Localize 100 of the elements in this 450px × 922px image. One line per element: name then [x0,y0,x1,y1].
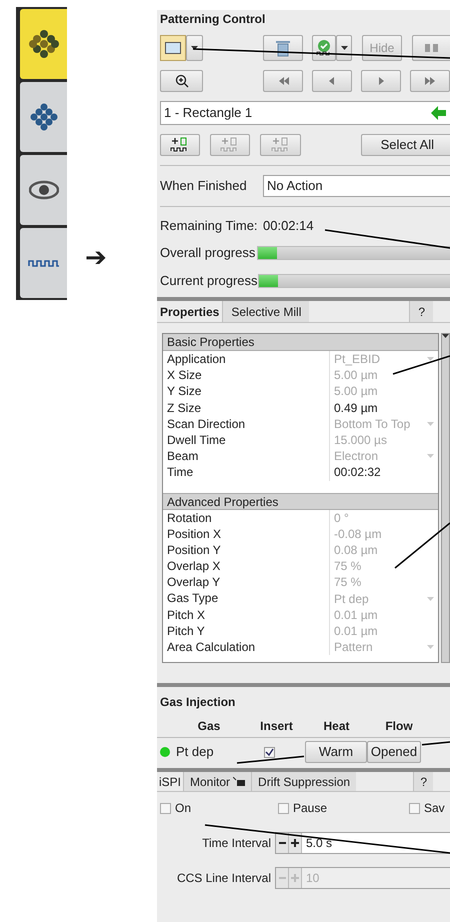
property-value: -0.08 µm [334,526,383,542]
caret-icon [427,422,434,426]
list-button[interactable] [160,134,200,156]
remaining-time-value: 00:02:14 [263,217,314,236]
tool-tile[interactable] [20,155,67,225]
navigation-button[interactable] [312,70,352,92]
tab[interactable]: Drift Suppression [251,772,356,791]
property-value: Electron [334,448,380,464]
property-name: Pitch Y [163,622,330,639]
flow-button[interactable]: Opened [367,741,421,763]
tool-tile[interactable] [20,9,67,79]
property-value: 75 % [334,574,362,590]
option-checkbox[interactable]: On [160,799,278,817]
interval-stepper[interactable]: 5.0 s [275,832,450,854]
dropdown-button[interactable] [186,35,203,61]
trash-icon [275,39,291,57]
property-name: Rotation [163,510,330,526]
interval-label: Time Interval [201,835,272,852]
group-header: Basic Properties [163,334,438,351]
plus-icon [289,868,302,888]
shape-button[interactable] [160,35,186,61]
property-name: Area Calculation [163,639,330,656]
when-finished-dropdown[interactable]: No Action [263,175,450,197]
property-name: Overlap X [163,558,330,574]
property-value: 0.01 µm [334,622,379,639]
option-checkbox[interactable]: Sav [409,799,445,817]
column-header: Heat [322,718,350,735]
eye-icon [28,180,58,200]
property-name: Y Size [163,383,330,400]
caret-icon [427,454,434,458]
tab[interactable]: ? [409,301,433,322]
dot-cluster-icon [28,29,58,59]
column-header: Flow [384,718,414,735]
caret-icon [427,357,434,362]
property-name: X Size [163,367,330,384]
plus-icon [289,833,302,853]
progress-label: Current progress [160,272,258,290]
tab[interactable]: Selective Mill [222,301,310,322]
property-name: Position X [163,526,330,542]
dropdown-button[interactable] [336,35,352,61]
gas-name: Pt dep [176,743,215,762]
property-name: Z Size [163,400,330,416]
zoom-button[interactable] [160,70,203,92]
interval-value: 10 [305,870,320,887]
caret-icon [340,46,348,50]
option-checkbox[interactable]: Pause [278,799,409,817]
caret-icon [427,596,434,601]
tool-tile[interactable] [20,82,67,152]
column-header: Gas [196,718,222,735]
pattern-field[interactable]: 1 - Rectangle 1 [160,101,450,125]
column-header: Insert [259,718,294,735]
property-value: 00:02:32 [334,464,382,480]
interval-label: CCS Line Interval [176,870,272,887]
property-value: Bottom To Top [334,416,412,432]
property-value: Pattern [334,639,374,656]
heat-button[interactable]: Warm [305,741,367,763]
caret-icon [442,334,449,338]
property-name: Beam [163,448,330,464]
section-title: Gas Injection [159,694,236,709]
property-value: 5.00 µm [334,383,379,400]
delete-button[interactable] [263,35,303,61]
property-value: 0.49 µm [334,400,379,416]
caret-icon [191,46,198,50]
property-name: Scan Direction [163,416,330,432]
select-all-button[interactable]: Select All [360,134,450,156]
property-value: 0.01 µm [334,606,379,623]
remaining-time-label: Remaining Time: [160,217,259,236]
property-value: 75 % [334,558,362,574]
check-icon [316,39,332,57]
pointer-arrow: ➔ [85,244,107,270]
tab[interactable]: Monitor [183,772,252,791]
property-value: 5.00 µm [334,367,379,384]
leader-line [394,522,450,569]
property-value: 0 ° [334,510,350,526]
progress-label: Overall progress [160,244,256,262]
field-label: When Finished [160,177,248,196]
run-button[interactable] [312,35,336,61]
property-name: Gas Type [163,590,330,607]
group-header: Advanced Properties [163,492,438,510]
minus-icon [276,833,289,853]
leader-line [422,741,450,746]
tool-tile[interactable] [20,228,67,298]
navigation-button[interactable] [263,70,303,92]
panel-title: Patterning Control [160,12,266,26]
property-name: Pitch X [163,606,330,623]
pattern-name: 1 - Rectangle 1 [163,104,254,122]
insert-checkbox[interactable] [264,746,275,758]
tab[interactable]: ? [413,772,433,791]
left-arrow-icon [431,106,447,120]
pause-icon [425,44,439,52]
pause-button[interactable] [412,35,450,61]
navigation-button[interactable] [361,70,401,92]
property-name: Dwell Time [163,432,330,448]
last-icon [423,76,437,86]
interval-value: 5.0 s [305,835,332,852]
navigation-button[interactable] [410,70,450,92]
property-value: Pt_EBID [334,351,382,368]
property-name: Overlap Y [163,574,330,590]
property-value: 0.08 µm [334,542,379,558]
property-name: Position Y [163,542,330,558]
